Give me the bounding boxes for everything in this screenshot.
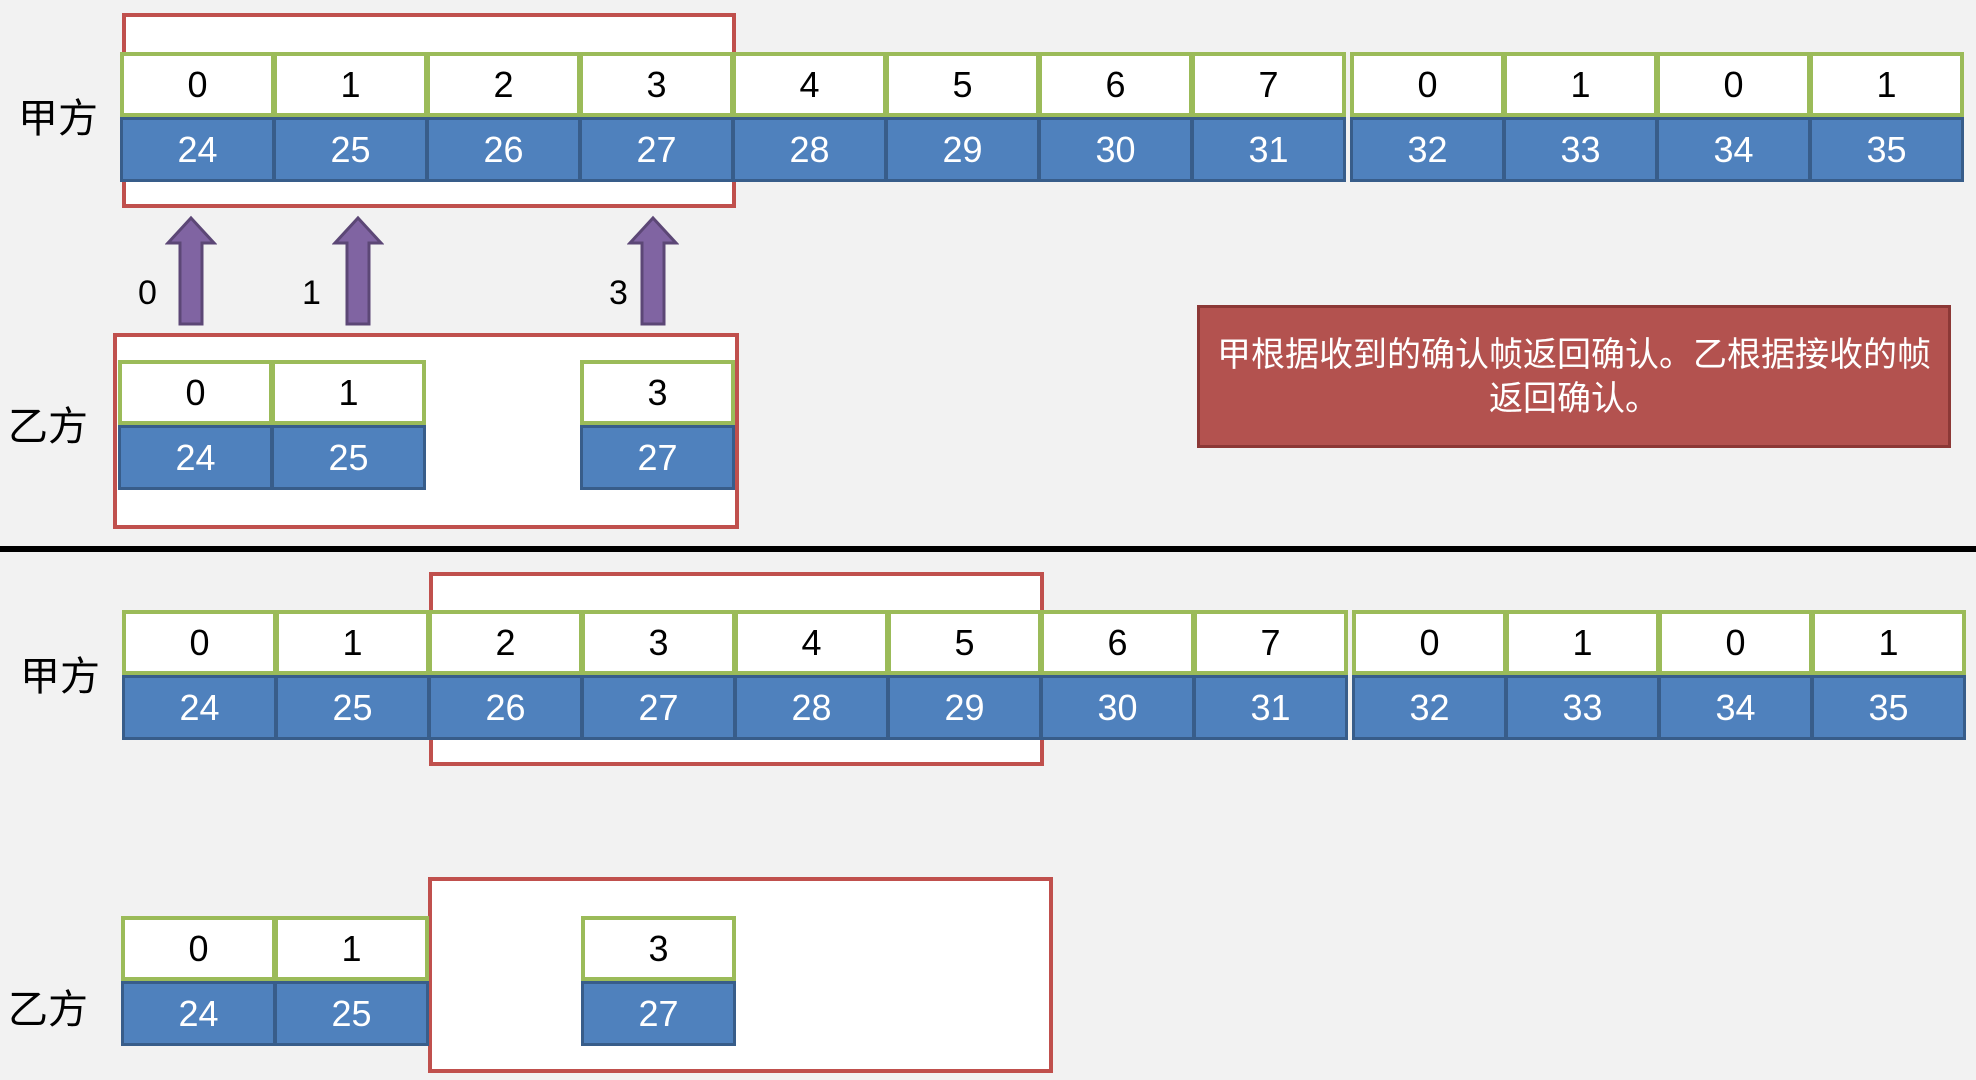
seq-cell: 4 — [734, 610, 889, 675]
frame-cell: 27 — [580, 425, 735, 490]
explanation-note: 甲根据收到的确认帧返回确认。乙根据接收的帧返回确认。 — [1197, 305, 1951, 448]
seq-cell: 5 — [887, 610, 1042, 675]
frame-cell: 24 — [118, 425, 273, 490]
frame-cell: 34 — [1658, 675, 1813, 740]
frame-cell: 27 — [579, 117, 734, 182]
seq-cell: 0 — [1352, 610, 1507, 675]
frame-cell: 35 — [1809, 117, 1964, 182]
seq-cell: 0 — [118, 360, 273, 425]
seq-cell: 1 — [1503, 52, 1658, 117]
sender-label-bottom: 甲方 — [20, 654, 100, 700]
frame-cell: 32 — [1350, 117, 1505, 182]
ack-label: 1 — [302, 274, 321, 312]
seq-cell: 2 — [428, 610, 583, 675]
frame-cell: 30 — [1038, 117, 1193, 182]
frame-cell: 24 — [121, 981, 276, 1046]
seq-cell: 3 — [580, 360, 735, 425]
seq-cell: 0 — [1350, 52, 1505, 117]
frame-cell: 30 — [1040, 675, 1195, 740]
seq-cell: 3 — [581, 610, 736, 675]
frame-cell: 33 — [1503, 117, 1658, 182]
frame-cell: 35 — [1811, 675, 1966, 740]
seq-cell: 1 — [1505, 610, 1660, 675]
frame-cell: 32 — [1352, 675, 1507, 740]
seq-cell: 1 — [1809, 52, 1964, 117]
ack-arrow-icon — [627, 215, 679, 326]
seq-cell: 1 — [275, 610, 430, 675]
seq-cell: 7 — [1191, 52, 1346, 117]
frame-cell: 31 — [1191, 117, 1346, 182]
frame-cell: 33 — [1505, 675, 1660, 740]
seq-cell: 6 — [1038, 52, 1193, 117]
frame-cell: 25 — [274, 981, 429, 1046]
frame-cell: 28 — [734, 675, 889, 740]
seq-cell: 0 — [1658, 610, 1813, 675]
receiver-window-bottom — [428, 877, 1053, 1073]
ack-label: 3 — [609, 274, 628, 312]
frame-cell: 27 — [581, 981, 736, 1046]
ack-label: 0 — [138, 274, 157, 312]
receiver-label-top: 乙方 — [8, 404, 88, 450]
seq-cell: 1 — [271, 360, 426, 425]
seq-cell: 3 — [579, 52, 734, 117]
frame-cell: 29 — [887, 675, 1042, 740]
seq-cell: 0 — [121, 916, 276, 981]
ack-arrow-icon — [332, 215, 384, 326]
seq-cell: 1 — [1811, 610, 1966, 675]
seq-cell: 2 — [426, 52, 581, 117]
seq-cell: 1 — [274, 916, 429, 981]
seq-cell: 0 — [120, 52, 275, 117]
frame-cell: 29 — [885, 117, 1040, 182]
section-divider — [0, 546, 1976, 552]
frame-cell: 34 — [1656, 117, 1811, 182]
frame-cell: 24 — [122, 675, 277, 740]
seq-cell: 1 — [273, 52, 428, 117]
frame-cell: 28 — [732, 117, 887, 182]
ack-arrow-icon — [165, 215, 217, 326]
seq-cell: 0 — [122, 610, 277, 675]
sender-label-top: 甲方 — [18, 96, 98, 142]
receiver-label-bottom: 乙方 — [8, 987, 88, 1033]
frame-cell: 27 — [581, 675, 736, 740]
seq-cell: 0 — [1656, 52, 1811, 117]
seq-cell: 3 — [581, 916, 736, 981]
frame-cell: 25 — [273, 117, 428, 182]
frame-cell: 25 — [271, 425, 426, 490]
seq-cell: 5 — [885, 52, 1040, 117]
frame-cell: 26 — [428, 675, 583, 740]
seq-cell: 7 — [1193, 610, 1348, 675]
frame-cell: 26 — [426, 117, 581, 182]
frame-cell: 24 — [120, 117, 275, 182]
frame-cell: 31 — [1193, 675, 1348, 740]
frame-cell: 25 — [275, 675, 430, 740]
seq-cell: 6 — [1040, 610, 1195, 675]
seq-cell: 4 — [732, 52, 887, 117]
